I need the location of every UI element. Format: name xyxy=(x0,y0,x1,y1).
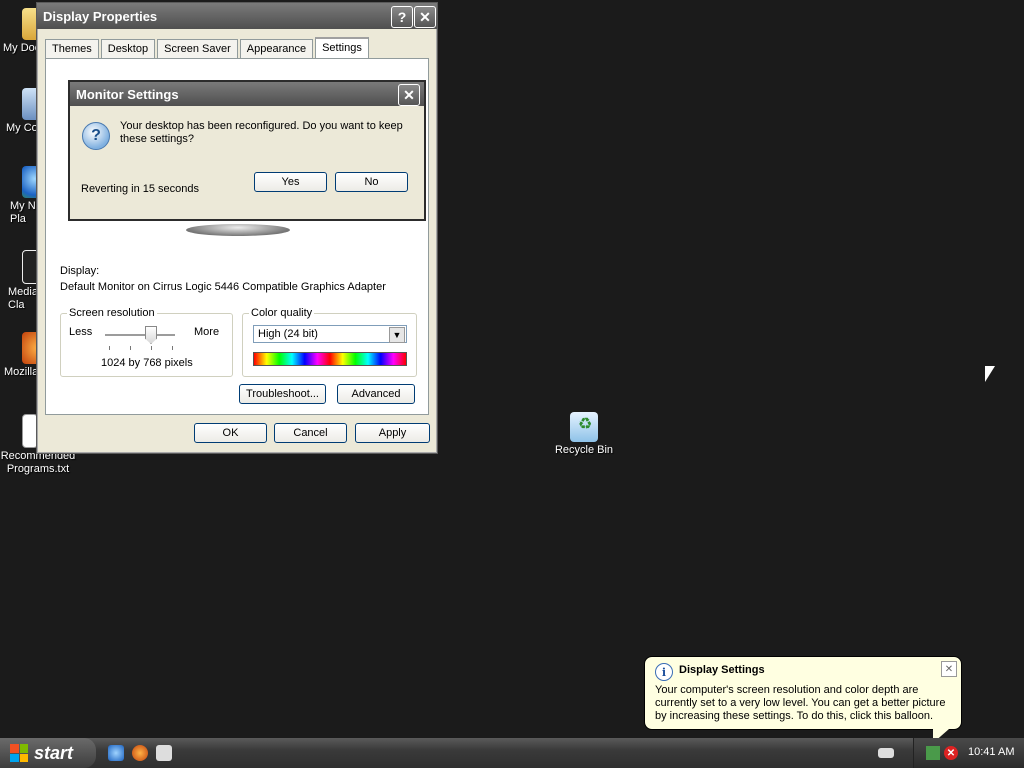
dialog-message: Your desktop has been reconfigured. Do y… xyxy=(120,120,403,145)
color-quality-title: Color quality xyxy=(249,307,315,319)
window-title: Display Properties xyxy=(43,8,158,24)
window-titlebar[interactable]: Display Properties ? ✕ xyxy=(37,3,437,29)
advanced-button[interactable]: Advanced xyxy=(337,384,415,404)
yes-button[interactable]: Yes xyxy=(254,172,327,192)
start-button[interactable]: start xyxy=(0,738,96,768)
taskbar: start ✕ 10:41 AM xyxy=(0,738,1024,768)
monitor-settings-dialog: Monitor Settings ✕ ? Your desktop has be… xyxy=(68,80,426,221)
resolution-slider-ticks xyxy=(109,346,173,350)
ie-quicklaunch-icon[interactable] xyxy=(108,745,124,761)
resolution-slider-thumb[interactable] xyxy=(145,326,157,344)
desktop-icon-label: Recycle Bin xyxy=(554,444,614,456)
less-label: Less xyxy=(69,326,93,338)
troubleshoot-button[interactable]: Troubleshoot... xyxy=(239,384,326,404)
screen-resolution-title: Screen resolution xyxy=(67,307,157,319)
close-button[interactable]: ✕ xyxy=(414,6,436,28)
system-tray: ✕ 10:41 AM xyxy=(913,738,1024,768)
ok-button[interactable]: OK xyxy=(194,423,267,443)
clock[interactable]: 10:41 AM xyxy=(968,746,1014,758)
resolution-value: 1024 by 768 pixels xyxy=(101,357,193,369)
tab-desktop[interactable]: Desktop xyxy=(100,39,156,59)
display-label: Display: xyxy=(60,265,100,277)
recycle-bin-icon xyxy=(570,412,598,442)
tab-appearance[interactable]: Appearance xyxy=(239,39,314,59)
revert-countdown: Reverting in 15 seconds xyxy=(81,183,200,195)
more-label: More xyxy=(194,326,220,338)
resolution-slider-track[interactable] xyxy=(105,334,175,337)
close-button[interactable]: ✕ xyxy=(398,84,420,106)
cancel-button[interactable]: Cancel xyxy=(274,423,347,443)
help-button[interactable]: ? xyxy=(391,6,413,28)
windows-logo-icon xyxy=(10,744,28,762)
start-label: start xyxy=(34,742,74,763)
no-button[interactable]: No xyxy=(335,172,408,192)
screen-resolution-group: Screen resolution Less More 1024 by 768 … xyxy=(60,307,233,377)
chevron-down-icon[interactable]: ▼ xyxy=(389,327,405,343)
color-spectrum-bar xyxy=(253,352,407,366)
display-settings-balloon[interactable]: i Display Settings ✕ Your computer's scr… xyxy=(644,656,962,743)
media-player-quicklaunch-icon[interactable] xyxy=(156,745,172,761)
display-tray-icon[interactable] xyxy=(926,746,940,760)
apply-button[interactable]: Apply xyxy=(355,423,430,443)
balloon-title: Display Settings xyxy=(679,664,765,676)
color-quality-group: Color quality High (24 bit) ▼ xyxy=(242,307,417,377)
tab-themes[interactable]: Themes xyxy=(45,39,99,59)
firefox-quicklaunch-icon[interactable] xyxy=(132,745,148,761)
question-icon: ? xyxy=(82,122,110,150)
keyboard-icon[interactable] xyxy=(878,748,894,758)
display-properties-window: Display Properties ? ✕ Themes Desktop Sc… xyxy=(36,2,438,454)
balloon-close-button[interactable]: ✕ xyxy=(941,661,957,677)
desktop-icon-recycle-bin[interactable]: Recycle Bin xyxy=(546,412,622,457)
display-value: Default Monitor on Cirrus Logic 5446 Com… xyxy=(60,281,386,293)
color-quality-select[interactable]: High (24 bit) ▼ xyxy=(253,325,407,343)
color-quality-value: High (24 bit) xyxy=(258,328,318,340)
info-icon: i xyxy=(655,663,673,681)
tab-screen-saver[interactable]: Screen Saver xyxy=(157,39,238,59)
network-error-icon[interactable]: ✕ xyxy=(944,746,958,760)
dialog-titlebar[interactable]: Monitor Settings ✕ xyxy=(70,82,424,106)
dialog-title: Monitor Settings xyxy=(76,86,179,102)
mouse-cursor-icon xyxy=(985,366,995,382)
balloon-message: Your computer's screen resolution and co… xyxy=(655,684,946,722)
monitor-preview-stand xyxy=(186,224,290,236)
